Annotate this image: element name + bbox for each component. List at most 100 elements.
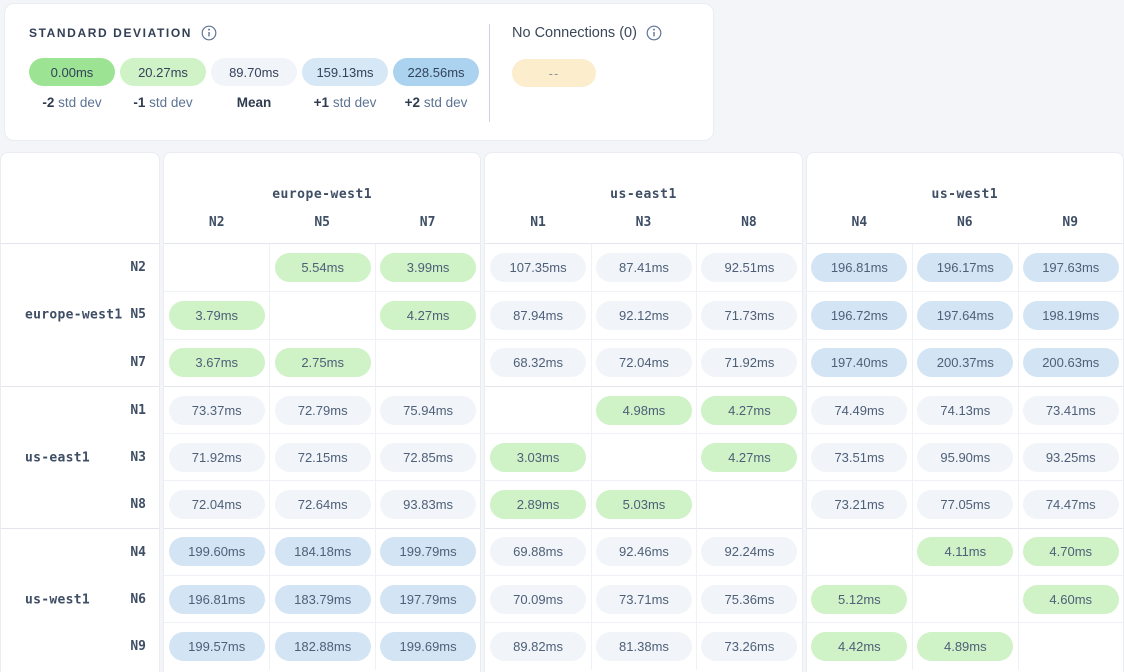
latency-pill[interactable]: 200.37ms — [917, 348, 1013, 377]
latency-pill[interactable]: 3.79ms — [169, 301, 265, 330]
latency-pill[interactable]: 71.92ms — [701, 348, 797, 377]
latency-pill[interactable]: 92.12ms — [596, 301, 692, 330]
latency-pill[interactable]: 75.36ms — [701, 585, 797, 614]
latency-pill[interactable]: 4.42ms — [811, 632, 907, 661]
latency-pill[interactable]: 81.38ms — [596, 632, 692, 661]
latency-pill[interactable]: 199.60ms — [169, 537, 265, 566]
latency-cell: 72.04ms — [591, 339, 696, 386]
latency-pill[interactable]: 200.63ms — [1023, 348, 1119, 377]
latency-cell: 196.81ms — [164, 575, 269, 622]
latency-pill[interactable]: 182.88ms — [275, 632, 371, 661]
latency-pill[interactable]: 196.17ms — [917, 253, 1013, 282]
latency-cell: 200.37ms — [912, 339, 1017, 386]
latency-cell: 4.11ms — [912, 528, 1017, 575]
info-icon[interactable] — [201, 25, 217, 41]
latency-pill[interactable]: 77.05ms — [917, 490, 1013, 519]
latency-cell: 77.05ms — [912, 480, 1017, 527]
latency-pill[interactable]: 71.73ms — [701, 301, 797, 330]
latency-pill[interactable]: 72.79ms — [275, 396, 371, 425]
latency-pill[interactable]: 184.18ms — [275, 537, 371, 566]
latency-pill[interactable]: 4.11ms — [917, 537, 1013, 566]
no-connections-section: No Connections (0) -- — [490, 4, 662, 140]
latency-pill[interactable]: 73.26ms — [701, 632, 797, 661]
latency-pill[interactable]: 197.40ms — [811, 348, 907, 377]
latency-pill[interactable]: 73.71ms — [596, 585, 692, 614]
latency-pill[interactable]: 198.19ms — [1023, 301, 1119, 330]
column-region-label: us-west1 — [807, 187, 1123, 202]
latency-pill[interactable]: 197.64ms — [917, 301, 1013, 330]
latency-cell — [807, 528, 912, 575]
std-dev-tick-label: +1 std dev — [302, 95, 388, 110]
latency-cell: 3.79ms — [164, 291, 269, 338]
latency-pill[interactable]: 2.75ms — [275, 348, 371, 377]
latency-pill[interactable]: 197.63ms — [1023, 253, 1119, 282]
latency-pill[interactable]: 73.51ms — [811, 443, 907, 472]
latency-pill[interactable]: 4.70ms — [1023, 537, 1119, 566]
column-group-body: 5.54ms 3.99ms 3.79ms 4.27ms 3.67ms 2.75ms 73.3… — [164, 244, 480, 672]
latency-pill[interactable]: 72.04ms — [169, 490, 265, 519]
latency-pill[interactable]: 75.94ms — [380, 396, 476, 425]
info-icon[interactable] — [646, 25, 662, 41]
latency-pill[interactable]: 70.09ms — [490, 585, 586, 614]
latency-pill[interactable]: 68.32ms — [490, 348, 586, 377]
latency-pill[interactable]: 196.81ms — [811, 253, 907, 282]
latency-pill[interactable]: 199.57ms — [169, 632, 265, 661]
latency-pill[interactable]: 74.13ms — [917, 396, 1013, 425]
latency-pill[interactable]: 72.15ms — [275, 443, 371, 472]
latency-pill[interactable]: 87.41ms — [596, 253, 692, 282]
latency-pill[interactable]: 92.46ms — [596, 537, 692, 566]
latency-pill[interactable]: 71.92ms — [169, 443, 265, 472]
latency-pill[interactable]: 3.03ms — [490, 443, 586, 472]
latency-pill[interactable]: 196.72ms — [811, 301, 907, 330]
latency-pill[interactable]: 74.49ms — [811, 396, 907, 425]
latency-cell: 93.83ms — [375, 480, 480, 527]
region-column-group: us-east1N1N3N8107.35ms87.41ms92.51ms87.9… — [484, 152, 802, 672]
latency-pill[interactable]: 4.89ms — [917, 632, 1013, 661]
latency-pill[interactable]: 73.41ms — [1023, 396, 1119, 425]
latency-cell: 2.75ms — [269, 339, 374, 386]
latency-pill[interactable]: 74.47ms — [1023, 490, 1119, 519]
latency-cell: 74.49ms — [807, 386, 912, 433]
latency-pill[interactable]: 4.60ms — [1023, 585, 1119, 614]
latency-pill[interactable]: 93.83ms — [380, 490, 476, 519]
latency-pill[interactable]: 73.21ms — [811, 490, 907, 519]
latency-pill[interactable]: 2.89ms — [490, 490, 586, 519]
latency-pill[interactable]: 5.03ms — [596, 490, 692, 519]
latency-pill[interactable]: 4.27ms — [701, 443, 797, 472]
latency-pill[interactable]: 197.79ms — [380, 585, 476, 614]
latency-pill[interactable]: 4.27ms — [380, 301, 476, 330]
latency-pill[interactable]: 93.25ms — [1023, 443, 1119, 472]
latency-cell — [375, 339, 480, 386]
latency-pill[interactable]: 3.67ms — [169, 348, 265, 377]
row-region-label: europe-west1 — [25, 308, 123, 323]
latency-cell: 74.13ms — [912, 386, 1017, 433]
latency-pill[interactable]: 183.79ms — [275, 585, 371, 614]
latency-pill[interactable]: 199.69ms — [380, 632, 476, 661]
column-node-label: N9 — [1018, 215, 1123, 230]
latency-pill[interactable]: 72.64ms — [275, 490, 371, 519]
latency-pill[interactable]: 72.04ms — [596, 348, 692, 377]
latency-cell: 72.85ms — [375, 433, 480, 480]
latency-pill[interactable]: 73.37ms — [169, 396, 265, 425]
latency-pill[interactable]: 72.85ms — [380, 443, 476, 472]
latency-cell — [912, 575, 1017, 622]
latency-pill[interactable]: 95.90ms — [917, 443, 1013, 472]
latency-cell: 196.81ms — [807, 244, 912, 291]
latency-pill[interactable]: 107.35ms — [490, 253, 586, 282]
latency-pill[interactable]: 92.51ms — [701, 253, 797, 282]
column-node-labels: N4N6N9 — [807, 215, 1123, 230]
latency-pill[interactable]: 5.54ms — [275, 253, 371, 282]
latency-pill[interactable]: 4.27ms — [701, 396, 797, 425]
latency-cell: 197.79ms — [375, 575, 480, 622]
latency-pill[interactable]: 69.88ms — [490, 537, 586, 566]
latency-cell: 199.79ms — [375, 528, 480, 575]
column-node-label: N2 — [164, 215, 269, 230]
latency-pill[interactable]: 196.81ms — [169, 585, 265, 614]
latency-pill[interactable]: 92.24ms — [701, 537, 797, 566]
latency-pill[interactable]: 199.79ms — [380, 537, 476, 566]
latency-pill[interactable]: 3.99ms — [380, 253, 476, 282]
latency-pill[interactable]: 5.12ms — [811, 585, 907, 614]
latency-pill[interactable]: 89.82ms — [490, 632, 586, 661]
latency-pill[interactable]: 87.94ms — [490, 301, 586, 330]
latency-pill[interactable]: 4.98ms — [596, 396, 692, 425]
